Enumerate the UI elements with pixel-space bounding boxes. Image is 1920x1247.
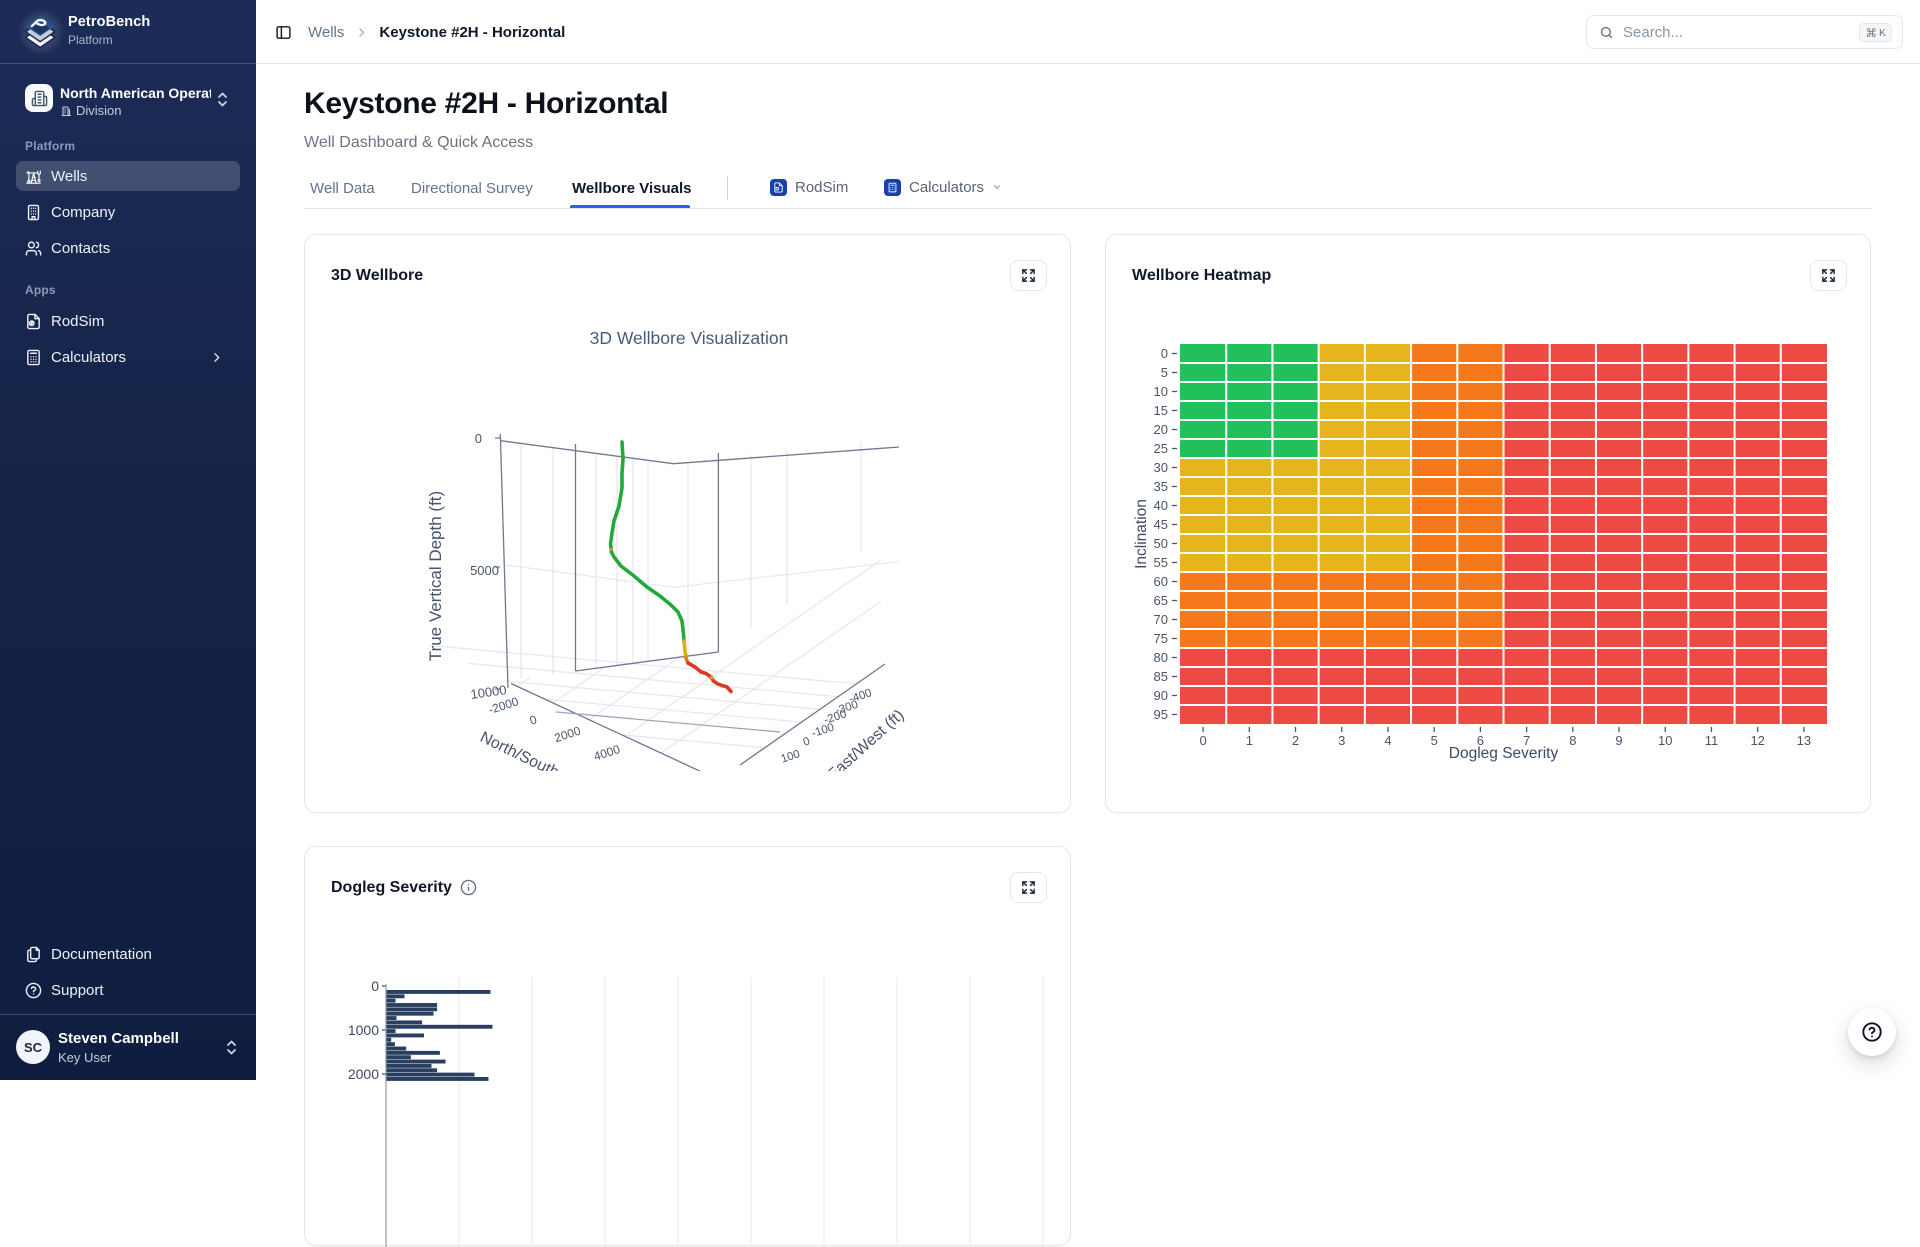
svg-text:60: 60 (1154, 574, 1168, 589)
svg-text:0: 0 (802, 736, 812, 749)
svg-text:-400: -400 (848, 687, 874, 706)
svg-text:1: 1 (1246, 733, 1253, 748)
svg-text:80: 80 (1154, 650, 1168, 665)
svg-text:20: 20 (1154, 422, 1168, 437)
svg-text:35: 35 (1154, 479, 1168, 494)
svg-text:12: 12 (1750, 733, 1764, 748)
svg-text:65: 65 (1154, 593, 1168, 608)
svg-text:11: 11 (1705, 733, 1719, 748)
svg-text:55: 55 (1154, 555, 1168, 570)
svg-text:85: 85 (1154, 669, 1168, 684)
svg-text:5: 5 (1431, 733, 1438, 748)
svg-text:10: 10 (1154, 384, 1168, 399)
svg-text:0: 0 (371, 978, 379, 994)
svg-text:5: 5 (1161, 365, 1168, 380)
svg-text:95: 95 (1154, 707, 1168, 722)
svg-text:50: 50 (1154, 536, 1168, 551)
svg-text:0: 0 (1161, 346, 1168, 361)
svg-text:2000: 2000 (553, 724, 583, 746)
svg-text:10: 10 (1658, 733, 1672, 748)
svg-text:Dogleg Severity: Dogleg Severity (1449, 745, 1559, 762)
svg-text:13: 13 (1797, 733, 1811, 748)
svg-text:75: 75 (1154, 631, 1168, 646)
svg-text:2: 2 (1292, 733, 1299, 748)
svg-text:15: 15 (1154, 403, 1168, 418)
svg-text:True Vertical Depth (ft): True Vertical Depth (ft) (426, 491, 445, 661)
svg-text:0: 0 (1199, 733, 1206, 748)
svg-text:8: 8 (1569, 733, 1576, 748)
svg-text:0: 0 (528, 712, 539, 727)
svg-text:45: 45 (1154, 517, 1168, 532)
svg-text:1000: 1000 (348, 1022, 379, 1038)
svg-text:40: 40 (1154, 498, 1168, 513)
svg-text:Inclination: Inclination (1133, 499, 1150, 569)
svg-text:4: 4 (1384, 733, 1391, 748)
svg-text:9: 9 (1615, 733, 1622, 748)
svg-text:0: 0 (475, 431, 482, 446)
svg-text:100: 100 (780, 748, 802, 765)
svg-text:30: 30 (1154, 460, 1168, 475)
svg-text:25: 25 (1154, 441, 1168, 456)
svg-text:5000: 5000 (470, 563, 499, 578)
svg-text:90: 90 (1154, 688, 1168, 703)
svg-text:3D Wellbore Visualization: 3D Wellbore Visualization (590, 328, 789, 348)
svg-text:70: 70 (1154, 612, 1168, 627)
svg-text:4000: 4000 (592, 742, 622, 764)
svg-text:3: 3 (1338, 733, 1345, 748)
